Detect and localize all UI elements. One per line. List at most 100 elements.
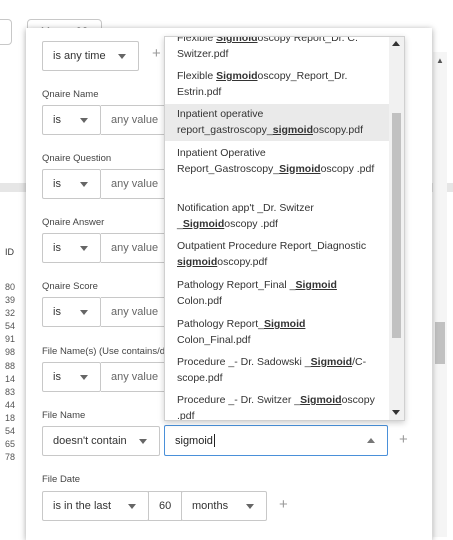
id-cell: 78	[5, 452, 16, 463]
file-name-suggestions-dropdown: Flexible Sigmoidoscopy Report_Dr. C. Swi…	[164, 36, 405, 421]
option-text-post: oscopy .pdf	[320, 162, 375, 175]
id-cell: 18	[5, 412, 16, 423]
page-scroll-thumb[interactable]	[435, 322, 445, 364]
scroll-up-arrow-icon[interactable]	[392, 41, 400, 46]
chevron-down-icon	[246, 504, 254, 509]
suggestion-option[interactable]: Pathology Report_Sigmoid Colon_Final.pdf	[165, 317, 389, 348]
qnaire-name-operator-select[interactable]: is	[42, 105, 101, 135]
id-cell: 91	[5, 334, 16, 345]
suggestion-option[interactable]: Pathology Report_Final _Sigmoid Colon.pd…	[165, 278, 389, 309]
qnaire-question-operator-value: is	[53, 178, 61, 190]
qnaire-question-operator-select[interactable]: is	[42, 169, 101, 199]
id-cell: 32	[5, 308, 16, 319]
qnaire-answer-operator-value: is	[53, 242, 61, 254]
suggestion-option[interactable]: Flexible Sigmoidoscopy_Report_Dr. Estrin…	[165, 69, 389, 100]
option-match-text: Sigmoid	[216, 36, 258, 44]
file-date-number-input[interactable]: 60	[148, 491, 182, 521]
chevron-down-icon	[128, 504, 136, 509]
option-match-text: Sigmoid	[263, 318, 306, 330]
option-text-post: oscopy.pdf	[217, 255, 268, 268]
qnaire-answer-label: Qnaire Answer	[42, 217, 105, 228]
id-cell: 83	[5, 386, 16, 397]
date-range-select[interactable]: is any time	[42, 41, 139, 71]
file-name-label: File Name	[42, 410, 86, 421]
qnaire-score-label: Qnaire Score	[42, 281, 98, 292]
option-text-post: oscopy .pdf	[224, 217, 278, 230]
option-text-pre: Procedure _- Dr. Sadowski _	[177, 356, 311, 368]
chevron-down-icon	[80, 310, 88, 315]
scroll-up-icon[interactable]: ▲	[436, 56, 444, 65]
suggestion-option[interactable]: Outpatient Procedure Report_Diagnostic s…	[165, 239, 389, 270]
id-column: 80 39 32 54 91 98 88 14 83 44 18 54 65 7…	[5, 281, 27, 464]
qnaire-name-label: Qnaire Name	[42, 89, 99, 100]
chevron-down-icon	[80, 118, 88, 123]
option-text-pre: Inpatient operative report_gastroscopy_	[177, 108, 273, 136]
text-cursor	[213, 434, 215, 447]
chevron-up-icon[interactable]	[367, 438, 375, 443]
qnaire-answer-value-input[interactable]: any value	[101, 233, 171, 263]
id-cell: 88	[5, 360, 16, 371]
chevron-down-icon	[80, 246, 88, 251]
qnaire-question-value-input[interactable]: any value	[101, 169, 171, 199]
dropdown-scrollbar[interactable]	[389, 37, 404, 420]
option-match-text: sigmoid	[177, 255, 218, 268]
suggestion-option[interactable]: Notification app't _Dr. Switzer _Sigmoid…	[165, 201, 389, 232]
file-name-search-input[interactable]: sigmoid	[164, 425, 388, 456]
file-name-input-text: sigmoid	[175, 434, 213, 447]
file-names-operator-value: is	[53, 371, 61, 383]
file-date-label: File Date	[42, 474, 81, 485]
option-text-pre: Inpatient Operative Report_Gastroscopy_	[177, 147, 280, 175]
suggestion-option-highlighted[interactable]: Inpatient operative report_gastroscopy_s…	[165, 104, 389, 141]
option-match-text: Sigmoid	[295, 279, 337, 291]
chevron-down-icon	[80, 182, 88, 187]
suggestion-option[interactable]: Procedure _- Dr. Switzer _Sigmoidoscopy …	[165, 393, 389, 420]
option-text-pre: Flexible	[177, 70, 217, 82]
id-cell: 80	[5, 282, 16, 292]
option-text-pre: Pathology Report_	[177, 318, 264, 330]
file-date-operator-value: is in the last	[53, 500, 112, 512]
scroll-down-arrow-icon[interactable]	[392, 410, 400, 415]
option-text-pre: Flexible	[177, 36, 217, 44]
file-date-operator-select[interactable]: is in the last	[42, 491, 149, 521]
file-names-operator-select[interactable]: is	[42, 362, 101, 392]
option-text-pre: Procedure _- Dr. Switzer _	[177, 394, 301, 406]
option-match-text: Sigmoid	[182, 217, 225, 230]
add-date-filter-icon[interactable]: +	[152, 45, 161, 62]
suggestion-option[interactable]: Procedure _- Dr. Sadowski _Sigmoid/C-sco…	[165, 355, 389, 386]
id-column-header: ID	[5, 247, 14, 257]
add-file-date-filter-icon[interactable]: +	[279, 496, 288, 513]
id-cell: 54	[5, 321, 16, 332]
file-name-operator-value: doesn't contain	[53, 435, 127, 447]
option-text-post: Colon.pdf	[177, 294, 222, 307]
option-match-text: Sigmoid	[216, 70, 258, 82]
qnaire-name-value-input[interactable]: any value	[101, 105, 171, 135]
chevron-down-icon	[118, 54, 126, 59]
qnaire-score-value-input[interactable]: any value	[101, 297, 171, 327]
suggestion-option[interactable]: Flexible Sigmoidoscopy Report_Dr. C. Swi…	[165, 36, 389, 62]
id-cell: 65	[5, 439, 16, 450]
id-cell: 44	[5, 399, 16, 410]
file-date-number-value: 60	[159, 500, 172, 512]
chevron-down-icon	[80, 375, 88, 380]
id-cell: 39	[5, 295, 16, 306]
option-text-post: oscopy.pdf	[313, 123, 364, 136]
id-cell: 14	[5, 373, 16, 384]
dropdown-scroll-thumb[interactable]	[392, 113, 401, 338]
toolbar-left-button[interactable]	[0, 19, 12, 45]
option-text-pre: Pathology Report_Final _	[177, 279, 296, 291]
file-names-value-input[interactable]: any value	[101, 362, 171, 392]
option-match-text: Sigmoid	[279, 162, 321, 175]
qnaire-score-operator-select[interactable]: is	[42, 297, 101, 327]
id-cell: 54	[5, 426, 16, 437]
file-names-contains-label: File Name(s) (Use contains/d	[42, 346, 166, 357]
option-text-post: Colon_Final.pdf	[177, 333, 251, 346]
page-scrollbar[interactable]: ▲	[433, 52, 447, 537]
add-file-name-filter-icon[interactable]: +	[399, 431, 408, 448]
option-match-text: Sigmoid	[310, 356, 353, 368]
option-text-pre: Outpatient Procedure Report_Diagnostic	[177, 240, 367, 252]
suggestion-option[interactable]: Inpatient Operative Report_Gastroscopy_S…	[165, 146, 389, 177]
qnaire-answer-operator-select[interactable]: is	[42, 233, 101, 263]
file-date-unit-select[interactable]: months	[181, 491, 267, 521]
file-name-operator-select[interactable]: doesn't contain	[42, 426, 160, 456]
file-date-unit-value: months	[192, 500, 229, 512]
